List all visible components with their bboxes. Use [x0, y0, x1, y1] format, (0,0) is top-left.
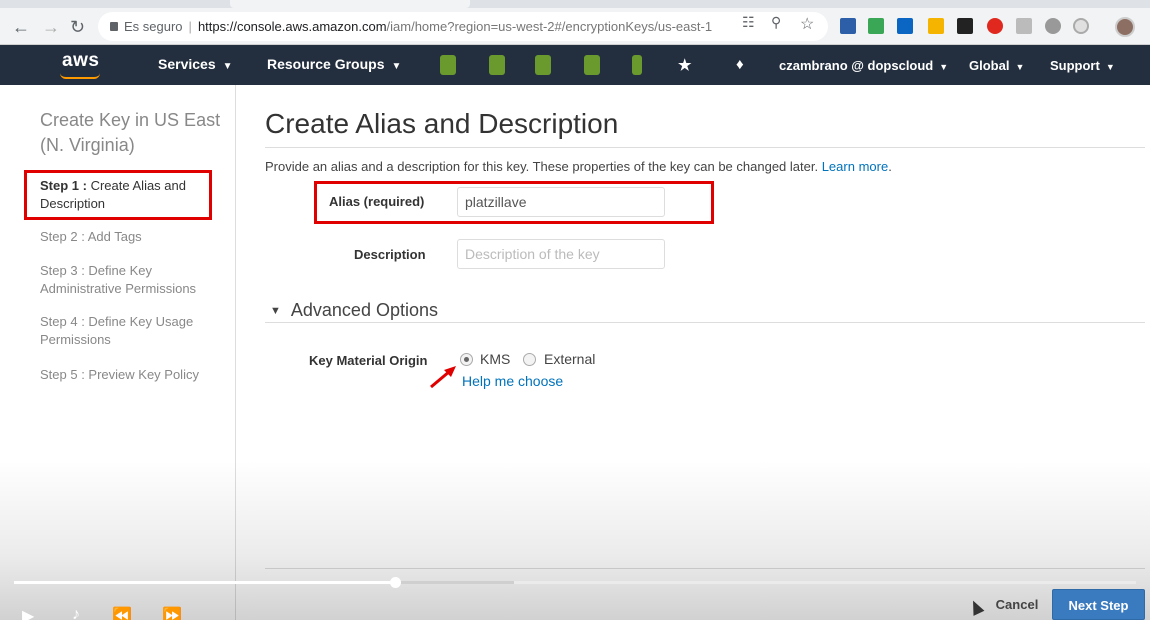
zoom-icon[interactable]: ⚲ [771, 14, 781, 31]
next-step-button[interactable]: Next Step [1052, 589, 1145, 620]
translate-icon[interactable]: ☷ [742, 14, 755, 31]
description-input[interactable] [457, 239, 665, 269]
footer-divider [265, 568, 1145, 569]
browser-toolbar: ← → ↻ Es seguro | https://console.aws.amaz… [0, 8, 1150, 45]
caret-down-icon: ▼ [270, 305, 281, 317]
step-5-item[interactable]: Step 5 : Preview Key Policy [40, 366, 220, 384]
advanced-options-toggle[interactable]: ▼ Advanced Options [270, 300, 438, 321]
bell-icon[interactable]: ♦ [736, 56, 744, 73]
step-2-item[interactable]: Step 2 : Add Tags [40, 228, 220, 246]
video-scrubber-handle[interactable] [390, 577, 402, 588]
external-radio[interactable] [523, 353, 536, 366]
lock-icon [110, 22, 118, 31]
amazon-extension-icon[interactable] [957, 18, 973, 34]
aws-logo-smile [60, 73, 100, 79]
support-label: Support [1050, 58, 1100, 73]
learn-more-link[interactable]: Learn more [822, 159, 888, 174]
url-host: https://console.aws.amazon.com [197, 19, 387, 34]
reload-icon[interactable]: ↻ [70, 18, 85, 36]
cancel-button[interactable]: Cancel [982, 589, 1052, 620]
profile-avatar[interactable] [1115, 17, 1135, 37]
learn-more-suffix: . [888, 159, 892, 174]
drive-extension-icon[interactable] [928, 18, 944, 34]
video-progress-bar[interactable] [14, 577, 1136, 588]
service-shortcut-icon-3[interactable] [535, 55, 551, 75]
rewind-icon[interactable]: ⏪ [112, 606, 132, 620]
resource-groups-menu[interactable]: Resource Groups ▼ [267, 56, 401, 72]
url-separator: | [188, 19, 192, 34]
extension-icon-2[interactable] [868, 18, 884, 34]
alias-label: Alias (required) [329, 194, 425, 209]
service-shortcut-icon-4[interactable] [584, 55, 600, 75]
intro-text: Provide an alias and a description for t… [265, 159, 892, 174]
linkedin-extension-icon[interactable] [897, 18, 913, 34]
external-radio-label[interactable]: External [544, 351, 595, 367]
fast-forward-icon[interactable]: ⏩ [162, 606, 182, 620]
alias-input[interactable] [457, 187, 665, 217]
services-label: Services [158, 56, 216, 72]
bookmark-star-icon[interactable]: ☆ [800, 14, 814, 34]
secure-label: Es seguro [124, 19, 183, 34]
services-menu[interactable]: Services ▼ [158, 56, 233, 72]
step-4-item[interactable]: Step 4 : Define Key Usage Permissions [40, 313, 220, 349]
service-shortcut-icon-5[interactable] [632, 55, 642, 75]
pin-icon[interactable]: ★ [678, 56, 691, 74]
help-me-choose-link[interactable]: Help me choose [462, 373, 563, 389]
advanced-options-title: Advanced Options [290, 300, 438, 320]
browser-tab[interactable] [230, 0, 470, 8]
key-material-origin-label: Key Material Origin [309, 353, 428, 368]
chevron-down-icon: ▼ [222, 61, 233, 72]
wizard-title: Create Key in US East (N. Virginia) [40, 110, 221, 155]
kms-radio-label[interactable]: KMS [480, 351, 510, 367]
step-3-item[interactable]: Step 3 : Define Key Administrative Permi… [40, 262, 220, 298]
play-icon[interactable]: ▶ [22, 606, 34, 620]
description-label: Description [354, 247, 426, 262]
cloud-extension-icon[interactable] [1045, 18, 1061, 34]
forward-icon[interactable]: → [42, 18, 60, 36]
extension-icon-7[interactable] [1016, 18, 1032, 34]
chevron-down-icon: ▼ [1015, 62, 1025, 72]
opera-extension-icon[interactable] [987, 18, 1003, 34]
account-label: czambrano @ dopscloud [779, 58, 934, 73]
url-path: /iam/home?region=us-west-2#/encryptionKe… [386, 19, 713, 34]
browser-tab-strip [0, 0, 1150, 8]
annotation-arrow-icon [430, 366, 456, 389]
resource-groups-label: Resource Groups [267, 56, 385, 72]
extension-icon-1[interactable] [840, 18, 856, 34]
aws-logo[interactable]: aws [62, 50, 99, 72]
extension-icon-9[interactable] [1073, 18, 1089, 34]
intro-description: Provide an alias and a description for t… [265, 159, 819, 174]
step-1-highlight-box [24, 170, 212, 220]
kms-radio[interactable] [460, 353, 473, 366]
video-progress-fill [14, 581, 396, 584]
account-menu[interactable]: czambrano @ dopscloud ▼ [779, 58, 948, 73]
advanced-divider [265, 322, 1145, 323]
service-shortcut-icon-2[interactable] [489, 55, 505, 75]
chevron-down-icon: ▼ [1105, 62, 1115, 72]
support-menu[interactable]: Support ▼ [1050, 58, 1115, 73]
chevron-down-icon: ▼ [391, 61, 402, 72]
address-bar[interactable]: Es seguro | https://console.aws.amazon.com… [98, 12, 828, 41]
page-title: Create Alias and Description [265, 108, 619, 139]
region-label: Global [969, 58, 1010, 73]
service-shortcut-icon-1[interactable] [440, 55, 456, 75]
chevron-down-icon: ▼ [939, 62, 949, 72]
title-divider [265, 147, 1145, 148]
region-menu[interactable]: Global ▼ [969, 58, 1024, 73]
aws-navbar: aws Services ▼ Resource Groups ▼ ★ ♦ czamb… [0, 45, 1150, 85]
volume-icon[interactable]: ♪ [72, 606, 80, 620]
back-icon[interactable]: ← [12, 18, 30, 36]
wizard-steps-sidebar: Create Key in US East (N. Virginia) Step… [0, 85, 236, 620]
